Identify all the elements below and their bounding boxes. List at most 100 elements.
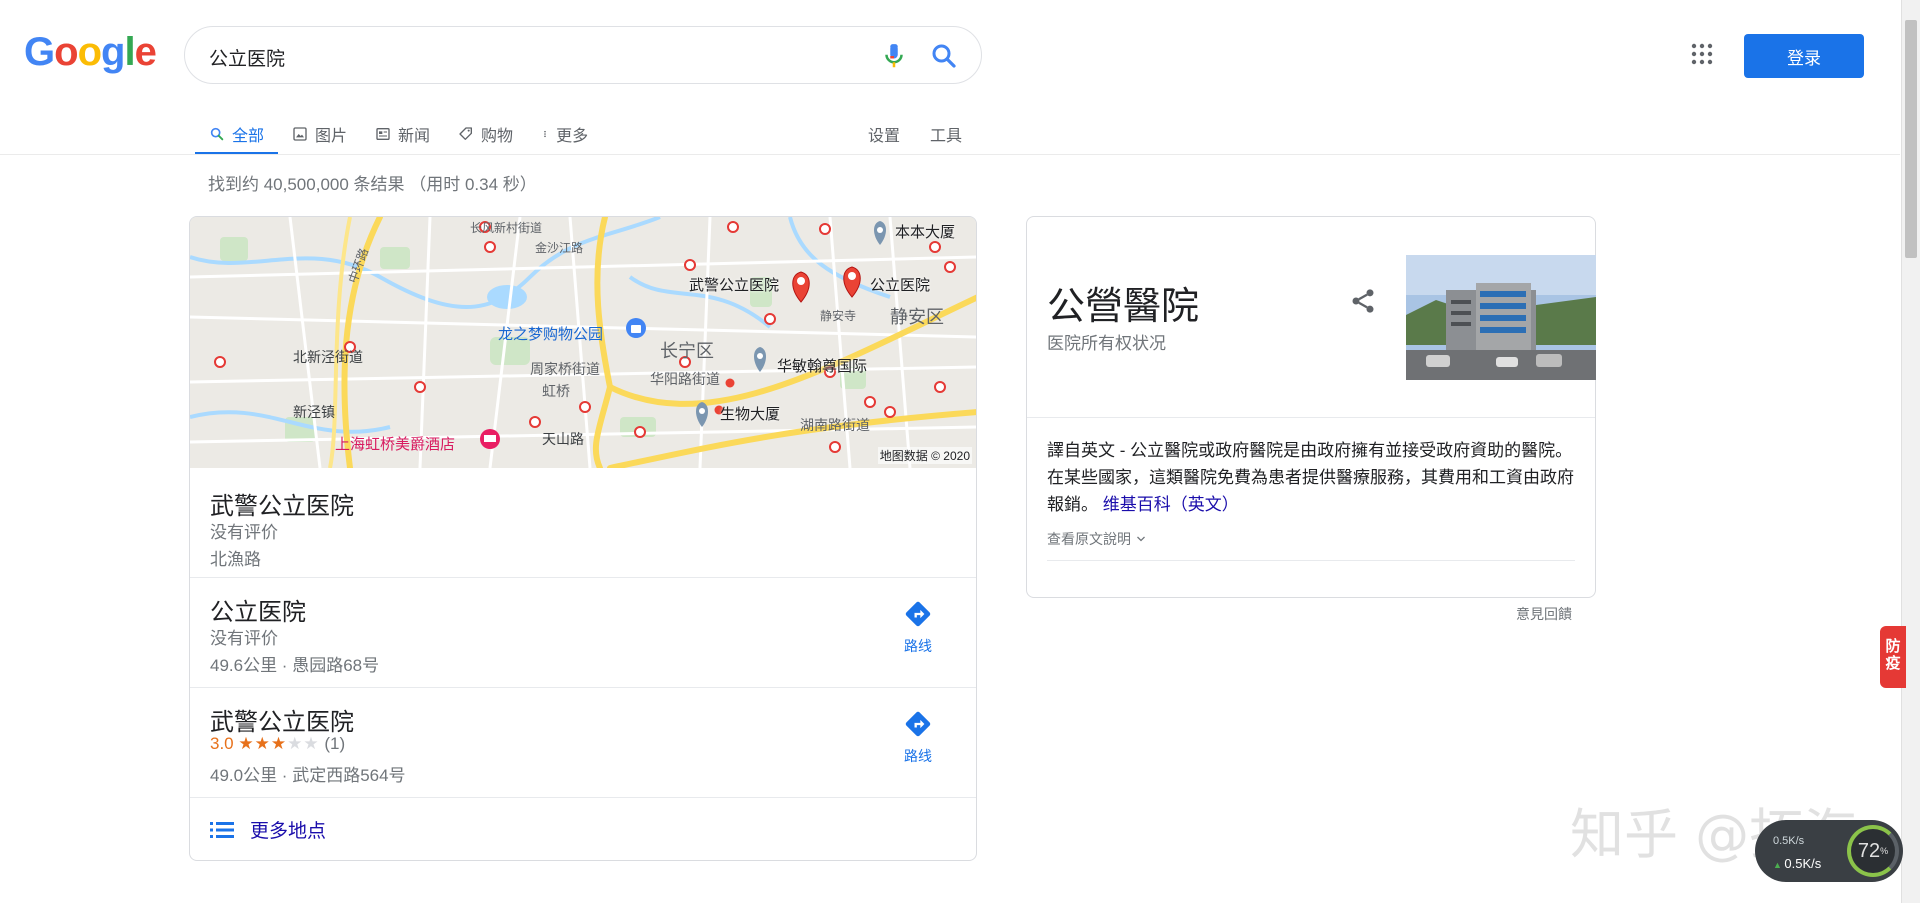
place-result[interactable]: 武警公立医院 没有评价 北漁路 xyxy=(190,468,976,577)
search-tabs: 全部 图片 新闻 购物 更多 xyxy=(195,114,602,155)
directions-label: 路线 xyxy=(904,748,932,764)
tab-news[interactable]: 新闻 xyxy=(361,114,444,154)
network-speed-widget[interactable]: 0.5K/s 0.5K/s 72% xyxy=(1755,820,1903,882)
logo-letter: o xyxy=(54,30,78,74)
see-original-toggle[interactable]: 查看原文說明 xyxy=(1047,529,1147,549)
map-label: 静安区 xyxy=(890,307,944,327)
place-result[interactable]: 武警公立医院 3.0 ★★★★★ (1) 49.0公里 · 武定西路564号 路… xyxy=(190,687,976,797)
tab-label: 图片 xyxy=(315,128,348,145)
map-label: 上海虹桥美爵酒店 xyxy=(335,436,456,453)
place-result[interactable]: 公立医院 没有评价 49.6公里 · 愚园路68号 路线 xyxy=(190,577,976,687)
map-label: 武警公立医院 xyxy=(689,277,780,294)
kp-divider xyxy=(1047,560,1575,561)
map-label: 华阳路街道 xyxy=(650,371,720,387)
place-address: 49.6公里 · 愚园路68号 xyxy=(210,656,380,675)
map-label: 湖南路街道 xyxy=(800,417,870,433)
map-label: 北新泾街道 xyxy=(293,349,363,365)
image-icon xyxy=(293,127,307,141)
tools-link[interactable]: 工具 xyxy=(930,122,962,146)
directions-icon xyxy=(905,711,931,737)
map[interactable]: 长风新村街道 金沙江路 本本大厦 中环路 武警公立医院 公立医院 静安寺 静安区… xyxy=(190,217,976,468)
review-count[interactable]: (1) xyxy=(324,734,345,753)
kp-description: 譯自英文 - 公立醫院或政府醫院是由政府擁有並接受政府資助的醫院。在某些國家，這… xyxy=(1047,437,1582,518)
logo-letter: G xyxy=(24,30,55,74)
map-label: 金沙江路 xyxy=(535,241,584,255)
place-rating: 没有评价 xyxy=(210,629,278,648)
kp-subtitle: 医院所有权状况 xyxy=(1047,334,1166,353)
star-icon: ★★★ xyxy=(238,734,288,753)
map-label: 公立医院 xyxy=(870,277,931,294)
map-attribution: 地图数据 © 2020 xyxy=(877,447,972,464)
directions-button[interactable]: 路线 xyxy=(890,710,946,766)
usage-percent: 72 xyxy=(1857,839,1881,862)
tabs-divider xyxy=(0,154,1900,155)
map-label: 虹桥 xyxy=(542,383,570,399)
memory-usage-ring: 72% xyxy=(1847,825,1899,877)
more-vert-icon xyxy=(544,130,546,138)
google-logo[interactable]: Google xyxy=(24,30,157,75)
list-icon xyxy=(210,821,234,838)
search-input[interactable]: 公立医院 xyxy=(209,44,285,71)
tools-bar: 设置 工具 xyxy=(868,114,962,154)
tab-label: 更多 xyxy=(556,128,589,145)
kp-title: 公營醫院 xyxy=(1047,286,1200,328)
place-name[interactable]: 武警公立医院 xyxy=(210,486,354,521)
tab-label: 新闻 xyxy=(398,128,431,145)
see-original-label: 查看原文說明 xyxy=(1047,531,1131,547)
map-label: 生物大厦 xyxy=(720,406,781,423)
logo-letter: e xyxy=(134,30,157,74)
upload-speed: 0.5K/s xyxy=(1773,856,1821,871)
apps-grid-icon[interactable] xyxy=(1690,42,1714,66)
tab-label: 全部 xyxy=(232,128,265,145)
place-address: 49.0公里 · 武定西路564号 xyxy=(210,766,406,785)
place-name[interactable]: 公立医院 xyxy=(210,592,306,627)
place-rating: 3.0 ★★★★★ (1) xyxy=(210,734,345,754)
search-box[interactable]: 公立医院 xyxy=(184,26,982,84)
wikipedia-link[interactable]: 维基百科（英文） xyxy=(1103,495,1239,514)
hospital-photo[interactable] xyxy=(1406,255,1596,380)
share-icon[interactable] xyxy=(1349,287,1377,315)
tab-images[interactable]: 图片 xyxy=(278,114,361,154)
tab-more[interactable]: 更多 xyxy=(527,114,602,154)
kp-divider xyxy=(1027,417,1595,418)
logo-letter: o xyxy=(77,30,102,74)
logo-letter: g xyxy=(101,30,125,74)
place-name[interactable]: 武警公立医院 xyxy=(210,702,354,737)
tab-shopping[interactable]: 购物 xyxy=(444,114,527,154)
download-speed: 0.5K/s xyxy=(1773,835,1805,847)
map-label: 静安寺 xyxy=(820,309,857,323)
directions-label: 路线 xyxy=(904,638,932,654)
news-icon xyxy=(376,128,390,140)
search-icon[interactable] xyxy=(929,41,959,71)
directions-icon xyxy=(905,601,931,627)
place-address: 北漁路 xyxy=(210,550,261,569)
rating-value: 3.0 xyxy=(210,734,234,753)
map-label: 长风新村街道 xyxy=(470,221,543,235)
tab-all[interactable]: 全部 xyxy=(195,114,279,155)
local-pack: 长风新村街道 金沙江路 本本大厦 中环路 武警公立医院 公立医院 静安寺 静安区… xyxy=(189,216,977,861)
map-label: 华敏翰尊国际 xyxy=(777,358,868,375)
epidemic-badge[interactable]: 防疫 xyxy=(1880,626,1906,688)
map-label: 长宁区 xyxy=(660,341,714,361)
map-label: 龙之梦购物公园 xyxy=(498,326,604,343)
map-label: 新泾镇 xyxy=(293,404,335,420)
more-places-label: 更多地点 xyxy=(250,821,327,842)
map-label: 天山路 xyxy=(542,431,584,447)
chevron-down-icon xyxy=(1137,536,1145,542)
more-places-link[interactable]: 更多地点 xyxy=(190,797,976,860)
map-label: 周家桥街道 xyxy=(530,361,600,377)
signin-button[interactable]: 登录 xyxy=(1744,34,1864,78)
place-rating: 没有评价 xyxy=(210,523,278,542)
tab-label: 购物 xyxy=(481,128,514,145)
directions-button[interactable]: 路线 xyxy=(890,600,946,656)
result-stats: 找到约 40,500,000 条结果 （用时 0.34 秒） xyxy=(208,175,537,194)
scrollbar[interactable] xyxy=(1901,0,1920,903)
map-label: 本本大厦 xyxy=(895,224,956,241)
search-icon xyxy=(210,127,224,141)
scrollbar-thumb[interactable] xyxy=(1905,20,1917,258)
settings-link[interactable]: 设置 xyxy=(868,122,900,146)
logo-letter: l xyxy=(124,30,135,74)
tag-icon xyxy=(459,127,473,140)
feedback-link[interactable]: 意見回饋 xyxy=(1516,604,1572,624)
mic-icon[interactable] xyxy=(879,41,909,71)
